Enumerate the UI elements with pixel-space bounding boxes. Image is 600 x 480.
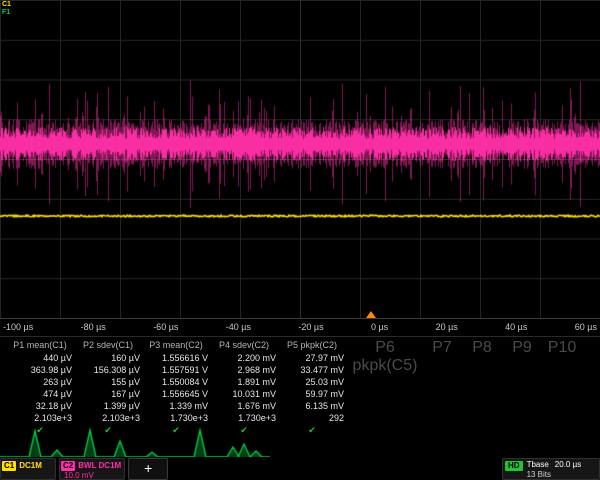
measure-column: P2 sdev(C1)160 µV156.308 µV155 µV167 µV1… xyxy=(76,339,144,436)
measure-value: 1.730e+3 xyxy=(144,412,208,424)
timebase-value: 20.0 µs xyxy=(555,460,581,470)
c1-scale-label xyxy=(2,471,52,480)
measure-column: P3 mean(C2)1.556616 V1.557591 V1.550084 … xyxy=(144,339,212,436)
measure-column-header[interactable]: P10 xyxy=(542,339,582,357)
timebase-label: Tbase xyxy=(527,460,549,470)
c2-channel-tag: C2 xyxy=(61,461,75,471)
measure-value: 1.891 mV xyxy=(212,376,276,388)
measure-value: 2.103e+3 xyxy=(8,412,72,424)
time-axis-label: -60 µs xyxy=(153,322,178,332)
time-axis-label: -100 µs xyxy=(3,322,33,332)
oscilloscope-screen: C1F1 -100 µs-80 µs-60 µs-40 µs-20 µs0 µs… xyxy=(0,0,600,480)
measure-value: 10.031 mV xyxy=(212,388,276,400)
c2-scale-label: 10.0 mV xyxy=(61,471,121,480)
measure-column-header[interactable]: P9 xyxy=(502,339,542,357)
channel-c2-descriptor[interactable]: C2 BWL DC1M 10.0 mV xyxy=(59,458,125,480)
time-axis-label: -20 µs xyxy=(298,322,323,332)
measure-value: 474 µV xyxy=(8,388,72,400)
time-axis-label: 20 µs xyxy=(436,322,458,332)
time-axis: -100 µs -80 µs -60 µs -40 µs -20 µs 0 µs 20 µs… xyxy=(0,319,600,335)
measure-column: P4 sdev(C2)2.200 mV2.968 mV1.891 mV10.03… xyxy=(212,339,280,436)
measure-value: 155 µV xyxy=(76,376,140,388)
measure-column-header[interactable]: P1 mean(C1) xyxy=(8,339,72,352)
measure-column-header[interactable]: P7 xyxy=(422,339,462,357)
measure-column: P9 xyxy=(502,339,542,357)
measure-value: 33.477 mV xyxy=(280,364,344,376)
measure-value: 32.18 µV xyxy=(8,400,72,412)
measure-column-header[interactable]: P3 mean(C2) xyxy=(144,339,208,352)
trace-status-label: C1 xyxy=(2,1,11,9)
measure-value: 1.557591 V xyxy=(144,364,208,376)
trace-status-labels: C1F1 xyxy=(2,1,11,17)
measure-value: 1.556616 V xyxy=(144,352,208,364)
measure-value: 1.730e+3 xyxy=(212,412,276,424)
measure-column-header[interactable]: P6 pkpk(C5) xyxy=(348,339,422,375)
measure-column: P6 pkpk(C5) xyxy=(348,339,422,375)
measure-value: 1.676 mV xyxy=(212,400,276,412)
waveform-canvas xyxy=(0,0,600,318)
time-axis-label: -80 µs xyxy=(81,322,106,332)
waveform-graticule: C1F1 xyxy=(0,0,600,319)
trigger-position-icon xyxy=(366,311,376,318)
c1-channel-tag: C1 xyxy=(2,461,16,471)
measure-value: 1.550084 V xyxy=(144,376,208,388)
timebase-descriptor[interactable]: HD Tbase 20.0 µs 13 Bits xyxy=(502,458,600,480)
measure-value: 2.200 mV xyxy=(212,352,276,364)
measure-value: 167 µV xyxy=(76,388,140,400)
measure-value: 27.97 mV xyxy=(280,352,344,364)
measure-value: 6.135 mV xyxy=(280,400,344,412)
measure-value: 1.339 mV xyxy=(144,400,208,412)
bottom-bar-spacer xyxy=(171,458,499,480)
cursor-crosshair-button[interactable]: + xyxy=(128,458,168,480)
measure-value: 25.03 mV xyxy=(280,376,344,388)
measure-value: 2.968 mV xyxy=(212,364,276,376)
measure-value: 1.556645 V xyxy=(144,388,208,400)
measure-value: 440 µV xyxy=(8,352,72,364)
c2-coupling-label: BWL DC1M xyxy=(78,461,121,470)
bottom-descriptor-bar: C1 DC1M C2 BWL DC1M 10.0 mV + HD Tbase 2… xyxy=(0,457,600,480)
measure-value: 156.308 µV xyxy=(76,364,140,376)
trace-status-label: F1 xyxy=(2,9,11,17)
measure-value: 263 µV xyxy=(8,376,72,388)
measure-value: 160 µV xyxy=(76,352,140,364)
measure-value: 59.97 mV xyxy=(280,388,344,400)
measure-column: P10 xyxy=(542,339,582,357)
measure-column-header[interactable]: P2 sdev(C1) xyxy=(76,339,140,352)
channel-c1-descriptor[interactable]: C1 DC1M xyxy=(0,458,56,480)
timebase-bits-label: 13 Bits xyxy=(527,470,582,480)
measure-column: P7 xyxy=(422,339,462,357)
measure-column: P8 xyxy=(462,339,502,357)
c1-coupling-label: DC1M xyxy=(19,461,42,470)
time-axis-label: 0 µs xyxy=(371,322,388,332)
measure-table: P1 mean(C1)440 µV363.98 µV263 µV474 µV32… xyxy=(0,336,600,434)
measure-value: 292 xyxy=(280,412,344,424)
measure-value: 2.103e+3 xyxy=(76,412,140,424)
time-axis-label: -40 µs xyxy=(226,322,251,332)
time-axis-label: 40 µs xyxy=(505,322,527,332)
time-axis-label: 60 µs xyxy=(575,322,597,332)
measure-column: P1 mean(C1)440 µV363.98 µV263 µV474 µV32… xyxy=(8,339,76,436)
measure-column-header[interactable]: P8 xyxy=(462,339,502,357)
measure-column: P5 pkpk(C2)27.97 mV33.477 mV25.03 mV59.9… xyxy=(280,339,348,436)
measure-column-header[interactable]: P5 pkpk(C2) xyxy=(280,339,344,352)
histogram-canvas xyxy=(0,426,600,460)
hd-mode-badge: HD xyxy=(505,461,523,471)
measure-value: 363.98 µV xyxy=(8,364,72,376)
measure-value: 1.399 µV xyxy=(76,400,140,412)
measure-column-header[interactable]: P4 sdev(C2) xyxy=(212,339,276,352)
